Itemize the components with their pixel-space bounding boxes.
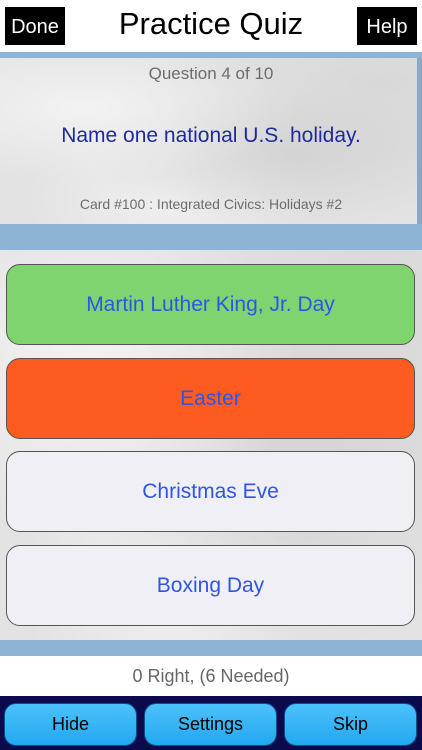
page-title: Practice Quiz <box>118 6 304 41</box>
question-text: Name one national U.S. holiday. <box>61 124 361 147</box>
divider-bottom <box>0 640 422 656</box>
answer-button-1[interactable]: Martin Luther King, Jr. Day <box>6 264 415 345</box>
score-status: 0 Right, (6 Needed) <box>0 656 422 696</box>
skip-button[interactable]: Skip <box>284 703 417 746</box>
answer-button-3[interactable]: Christmas Eve <box>6 451 415 532</box>
hide-button[interactable]: Hide <box>4 703 137 746</box>
answer-button-4[interactable]: Boxing Day <box>6 545 415 626</box>
answer-button-2[interactable]: Easter <box>6 358 415 439</box>
question-counter: Question 4 of 10 <box>148 64 274 83</box>
settings-button[interactable]: Settings <box>144 703 277 746</box>
bottom-toolbar: Hide Settings Skip <box>0 696 422 750</box>
help-button[interactable]: Help <box>355 5 419 47</box>
done-button[interactable]: Done <box>3 5 67 47</box>
card-reference: Card #100 : Integrated Civics: Holidays … <box>79 196 343 212</box>
nav-header: Done Practice Quiz Help <box>0 0 422 52</box>
divider-middle <box>0 224 422 250</box>
